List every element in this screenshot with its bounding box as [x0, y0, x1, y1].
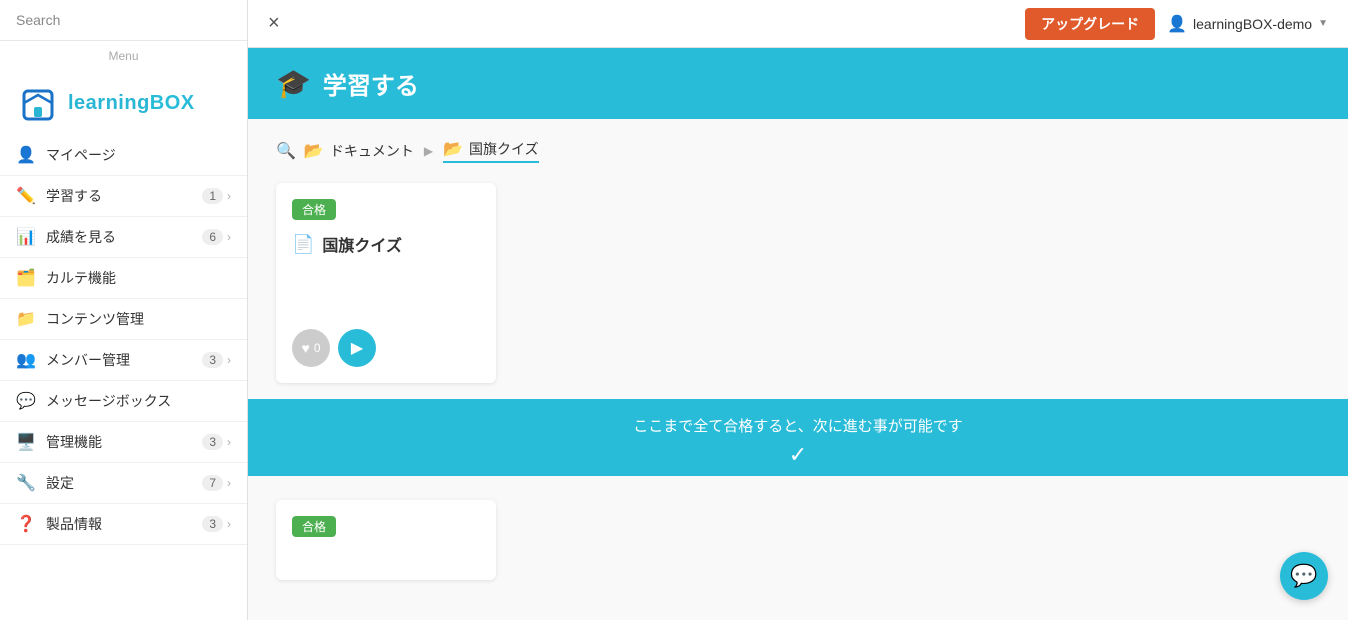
user-icon: 👤 — [1167, 14, 1187, 34]
nav-badge-members: 3 — [202, 352, 223, 368]
nav-label-contents: コンテンツ管理 — [46, 309, 231, 329]
nav-arrow-members: › — [227, 353, 231, 367]
folder2-label: 国旗クイズ — [469, 139, 539, 159]
play-button[interactable]: ▶ — [338, 329, 376, 367]
nav-label-my-page: マイページ — [46, 145, 231, 165]
nav-icon-learn: ✏️ — [16, 186, 36, 206]
quiz-card: 合格 📄 国旗クイズ ♥ 0 ▶ — [276, 183, 496, 383]
nav-label-settings: 設定 — [46, 473, 202, 493]
breadcrumb-search-icon: 🔍 — [276, 141, 296, 161]
chat-button[interactable]: 💬 — [1280, 552, 1328, 600]
play-icon: ▶ — [351, 338, 363, 358]
dropdown-arrow-icon: ▼ — [1318, 18, 1328, 29]
sidebar-item-results[interactable]: 📊 成績を見る 6 › — [0, 217, 247, 258]
search-bar[interactable]: Search — [0, 0, 247, 41]
logo-text: learningBOX — [68, 92, 195, 115]
user-menu[interactable]: 👤 learningBOX-demo ▼ — [1167, 14, 1328, 34]
topbar: × アップグレード 👤 learningBOX-demo ▼ — [248, 0, 1348, 48]
cards-row: 合格 📄 国旗クイズ ♥ 0 ▶ — [276, 183, 1320, 383]
bottom-card-badge: 合格 — [292, 516, 336, 537]
upgrade-button[interactable]: アップグレード — [1025, 8, 1155, 40]
nav-badge-admin: 3 — [202, 434, 223, 450]
breadcrumb: 🔍 📂 ドキュメント ▶ 📂 国旗クイズ — [276, 139, 1320, 163]
card-actions: ♥ 0 ▶ — [292, 329, 480, 367]
breadcrumb-folder1[interactable]: 📂 ドキュメント — [304, 141, 414, 161]
sidebar-item-contents[interactable]: 📁 コンテンツ管理 — [0, 299, 247, 340]
close-button[interactable]: × — [268, 12, 280, 35]
user-label: learningBOX-demo — [1193, 16, 1312, 32]
folder1-icon: 📂 — [304, 141, 324, 161]
nav-icon-settings: 🔧 — [16, 473, 36, 493]
nav-icon-admin: 🖥️ — [16, 432, 36, 452]
sidebar-item-learn[interactable]: ✏️ 学習する 1 › — [0, 176, 247, 217]
nav-arrow-results: › — [227, 230, 231, 244]
nav-label-product: 製品情報 — [46, 514, 202, 534]
nav-icon-product: ❓ — [16, 514, 36, 534]
sidebar-item-messages[interactable]: 💬 メッセージボックス — [0, 381, 247, 422]
chat-icon: 💬 — [1290, 563, 1317, 589]
nav-icon-members: 👥 — [16, 350, 36, 370]
sidebar: Search Menu learningBOX 👤 マイページ ✏️ 学習する … — [0, 0, 248, 620]
card-badge: 合格 — [292, 199, 336, 220]
nav-arrow-product: › — [227, 517, 231, 531]
nav-label-learn: 学習する — [46, 186, 202, 206]
topbar-right: アップグレード 👤 learningBOX-demo ▼ — [1025, 8, 1328, 40]
nav-icon-contents: 📁 — [16, 309, 36, 329]
content-area: 🔍 📂 ドキュメント ▶ 📂 国旗クイズ 合格 📄 国旗クイズ — [248, 119, 1348, 620]
sidebar-item-my-page[interactable]: 👤 マイページ — [0, 135, 247, 176]
nav-icon-results: 📊 — [16, 227, 36, 247]
bottom-card-row: 合格 — [276, 492, 1320, 580]
menu-label: Menu — [0, 41, 247, 67]
nav-icon-my-page: 👤 — [16, 145, 36, 165]
sidebar-item-members[interactable]: 👥 メンバー管理 3 › — [0, 340, 247, 381]
nav-badge-results: 6 — [202, 229, 223, 245]
logo-icon — [20, 83, 60, 123]
heart-count: 0 — [314, 341, 321, 355]
heart-button[interactable]: ♥ 0 — [292, 329, 330, 367]
page-title: 学習する — [323, 66, 419, 101]
chevron-down-icon: ✓ — [248, 442, 1348, 468]
nav-badge-learn: 1 — [202, 188, 223, 204]
breadcrumb-folder2[interactable]: 📂 国旗クイズ — [443, 139, 539, 163]
sidebar-item-karte[interactable]: 🗂️ カルテ機能 — [0, 258, 247, 299]
folder2-icon: 📂 — [443, 139, 463, 159]
nav-badge-product: 3 — [202, 516, 223, 532]
heart-icon: ♥ — [302, 340, 310, 356]
bottom-card: 合格 — [276, 500, 496, 580]
breadcrumb-arrow: ▶ — [424, 144, 433, 158]
nav-label-members: メンバー管理 — [46, 350, 202, 370]
nav-arrow-learn: › — [227, 189, 231, 203]
logo: learningBOX — [0, 67, 247, 135]
card-doc-icon: 📄 — [292, 234, 314, 255]
nav-arrow-admin: › — [227, 435, 231, 449]
nav-icon-karte: 🗂️ — [16, 268, 36, 288]
main-content: × アップグレード 👤 learningBOX-demo ▼ 🎓 学習する 🔍 … — [248, 0, 1348, 620]
sidebar-item-admin[interactable]: 🖥️ 管理機能 3 › — [0, 422, 247, 463]
header-icon: 🎓 — [276, 67, 311, 100]
card-title: 📄 国旗クイズ — [292, 232, 480, 256]
nav-label-results: 成績を見る — [46, 227, 202, 247]
nav-label-karte: カルテ機能 — [46, 268, 231, 288]
sidebar-item-product[interactable]: ❓ 製品情報 3 › — [0, 504, 247, 545]
card-title-text: 国旗クイズ — [322, 232, 402, 256]
progress-banner: ここまで全て合格すると、次に進む事が可能です ✓ — [248, 399, 1348, 476]
nav-badge-settings: 7 — [202, 475, 223, 491]
nav-label-admin: 管理機能 — [46, 432, 202, 452]
nav-arrow-settings: › — [227, 476, 231, 490]
nav-icon-messages: 💬 — [16, 391, 36, 411]
nav-label-messages: メッセージボックス — [46, 391, 231, 411]
sidebar-item-settings[interactable]: 🔧 設定 7 › — [0, 463, 247, 504]
folder1-label: ドキュメント — [330, 141, 414, 161]
search-label: Search — [16, 12, 60, 28]
nav-menu: 👤 マイページ ✏️ 学習する 1 › 📊 成績を見る 6 › 🗂️ カルテ機能… — [0, 135, 247, 620]
progress-text: ここまで全て合格すると、次に進む事が可能です — [633, 418, 962, 435]
page-header: 🎓 学習する — [248, 48, 1348, 119]
